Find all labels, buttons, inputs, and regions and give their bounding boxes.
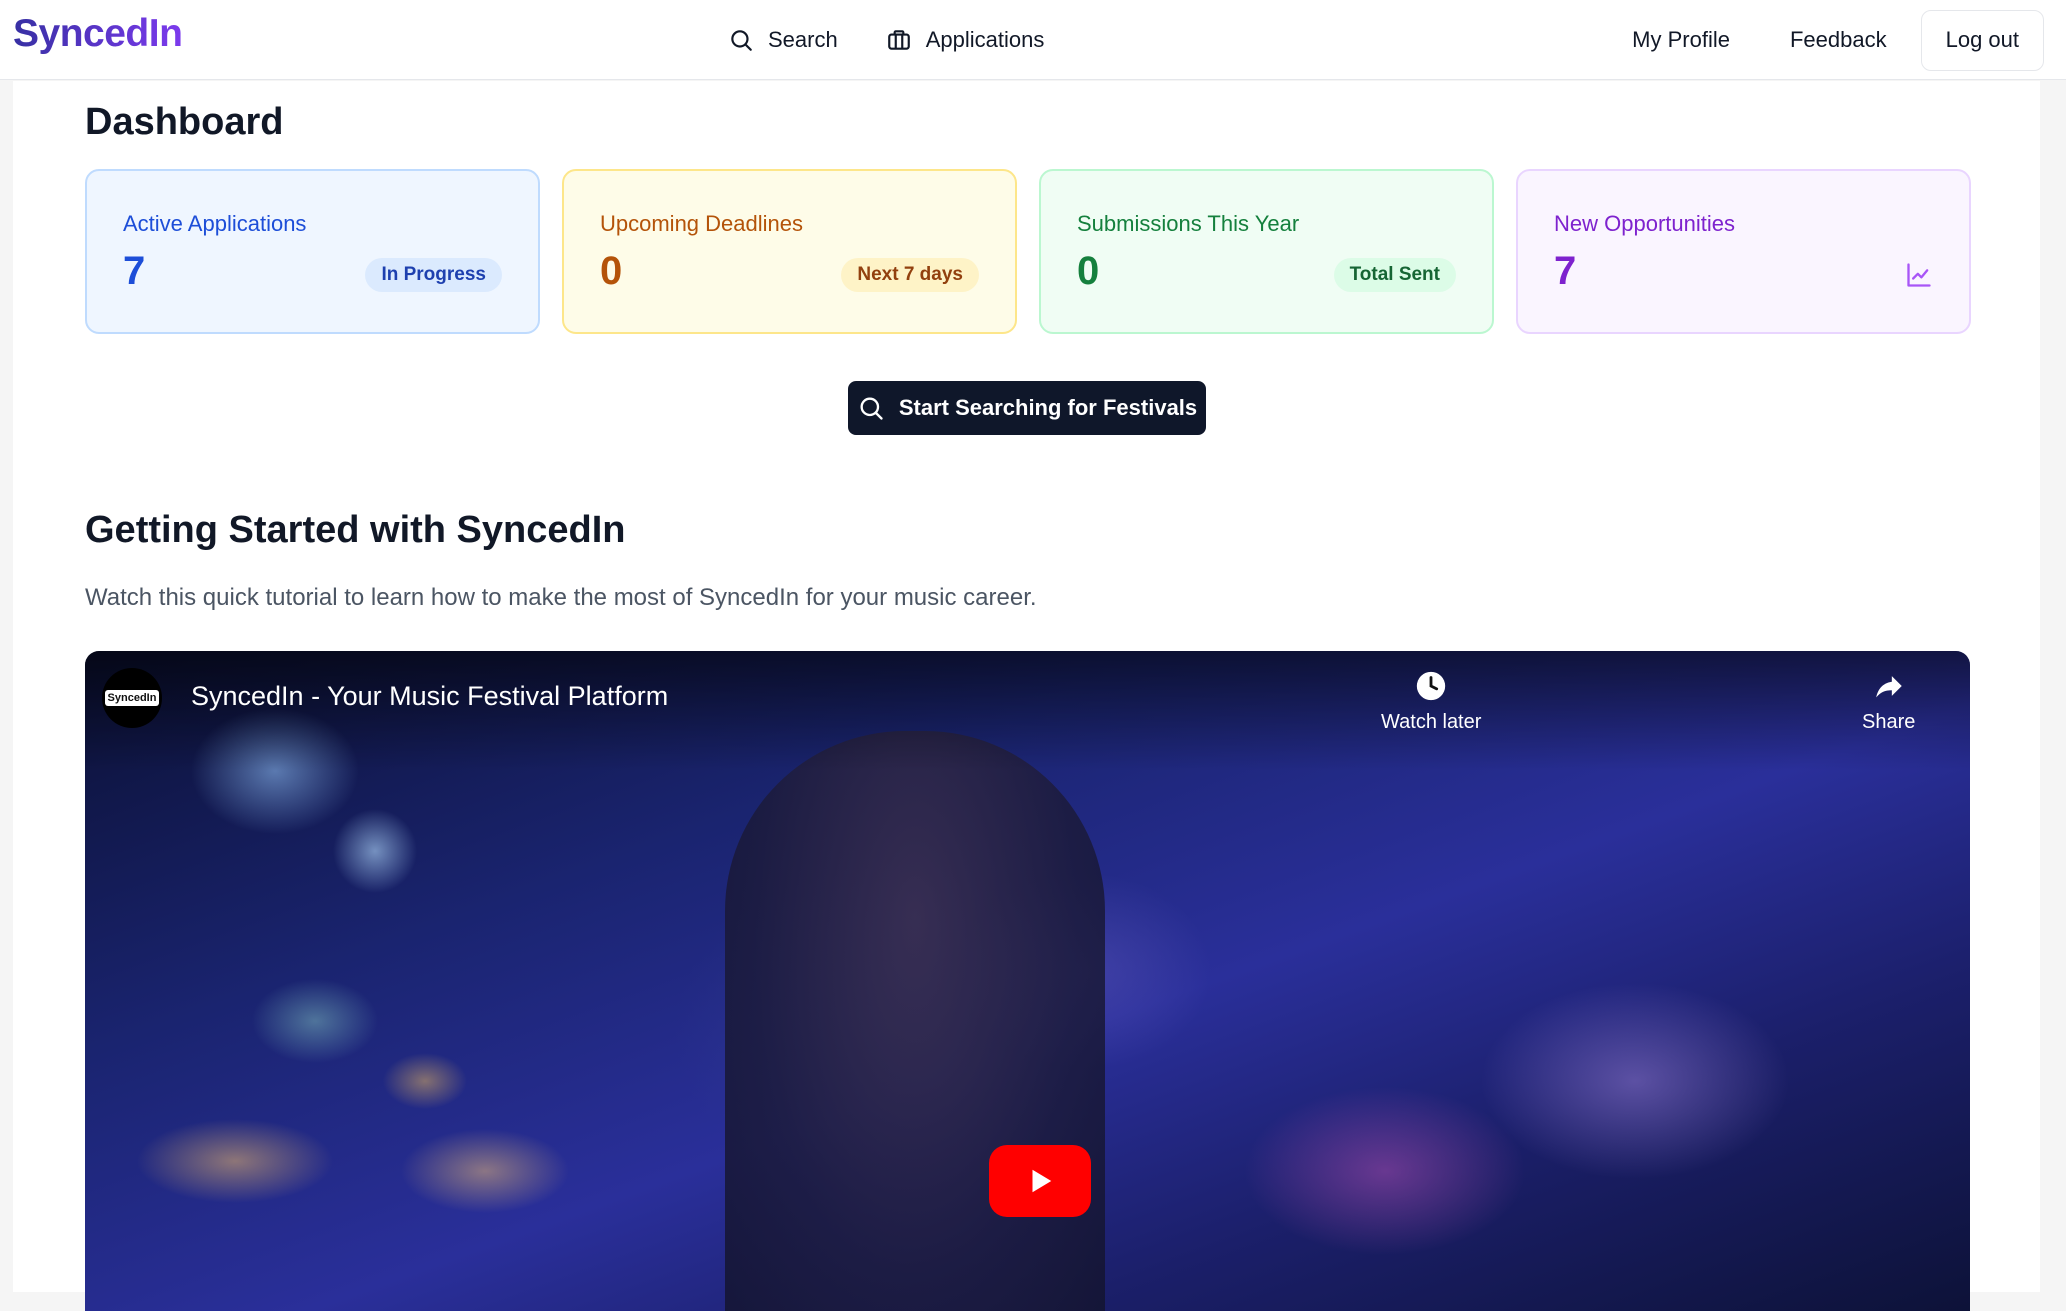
watch-later-button[interactable]: Watch later bbox=[1381, 669, 1481, 734]
start-searching-button[interactable]: Start Searching for Festivals bbox=[848, 381, 1206, 435]
start-searching-label: Start Searching for Festivals bbox=[898, 395, 1198, 420]
stat-card-value: 0 bbox=[1077, 249, 1100, 293]
stat-card-value: 7 bbox=[1554, 249, 1577, 293]
stat-card-label: Active Applications bbox=[123, 211, 307, 236]
share-label: Share bbox=[1862, 711, 1916, 733]
nav-search[interactable]: Search bbox=[728, 27, 838, 53]
stat-card-active-applications: Active Applications 7 In Progress bbox=[85, 169, 540, 334]
stat-card-label: Upcoming Deadlines bbox=[600, 211, 803, 236]
status-badge: Next 7 days bbox=[841, 258, 979, 292]
share-button[interactable]: Share bbox=[1862, 669, 1915, 734]
nav-search-label: Search bbox=[768, 27, 838, 52]
play-button[interactable] bbox=[989, 1145, 1091, 1217]
clock-icon bbox=[1417, 671, 1446, 701]
stat-card-label: New Opportunities bbox=[1554, 211, 1735, 236]
status-badge: Total Sent bbox=[1333, 258, 1456, 292]
main-nav: Search Applications bbox=[728, 0, 1044, 80]
getting-started-title: Getting Started with SyncedIn bbox=[85, 509, 626, 551]
play-icon bbox=[1032, 1169, 1052, 1193]
briefcase-icon bbox=[887, 30, 910, 50]
stat-card-value: 7 bbox=[123, 249, 146, 293]
video-title[interactable]: SyncedIn - Your Music Festival Platform bbox=[191, 681, 668, 712]
search-icon bbox=[731, 30, 752, 51]
getting-started-description: Watch this quick tutorial to learn how t… bbox=[85, 584, 1037, 611]
logout-button[interactable]: Log out bbox=[1920, 9, 2044, 71]
top-navbar: SyncedIn Search Applications My Profile … bbox=[0, 0, 2066, 80]
stat-card-upcoming-deadlines: Upcoming Deadlines 0 Next 7 days bbox=[562, 169, 1017, 334]
channel-avatar-text: SyncedIn bbox=[104, 690, 160, 706]
feedback-link[interactable]: Feedback bbox=[1760, 27, 1917, 53]
stat-card-value: 0 bbox=[600, 249, 623, 293]
share-icon bbox=[1875, 676, 1902, 698]
status-badge: In Progress bbox=[365, 258, 502, 292]
video-thumbnail-singer bbox=[725, 731, 1105, 1311]
my-profile-link[interactable]: My Profile bbox=[1602, 27, 1760, 53]
chart-line-icon bbox=[1907, 263, 1931, 287]
stat-card-submissions: Submissions This Year 0 Total Sent bbox=[1039, 169, 1494, 334]
channel-avatar[interactable]: SyncedIn bbox=[102, 668, 162, 728]
search-icon bbox=[860, 397, 883, 420]
user-nav: My Profile Feedback Log out bbox=[1602, 0, 2044, 80]
stat-card-label: Submissions This Year bbox=[1077, 211, 1300, 236]
page-title: Dashboard bbox=[85, 101, 284, 143]
tutorial-video-player[interactable]: SyncedIn SyncedIn - Your Music Festival … bbox=[85, 651, 1970, 1311]
stat-card-new-opportunities: New Opportunities 7 bbox=[1516, 169, 1971, 334]
watch-later-label: Watch later bbox=[1381, 711, 1482, 733]
nav-applications[interactable]: Applications bbox=[886, 27, 1045, 53]
main-content: Dashboard Active Applications 7 In Progr… bbox=[13, 81, 2040, 1311]
nav-applications-label: Applications bbox=[925, 27, 1045, 52]
app-logo[interactable]: SyncedIn bbox=[13, 12, 183, 56]
